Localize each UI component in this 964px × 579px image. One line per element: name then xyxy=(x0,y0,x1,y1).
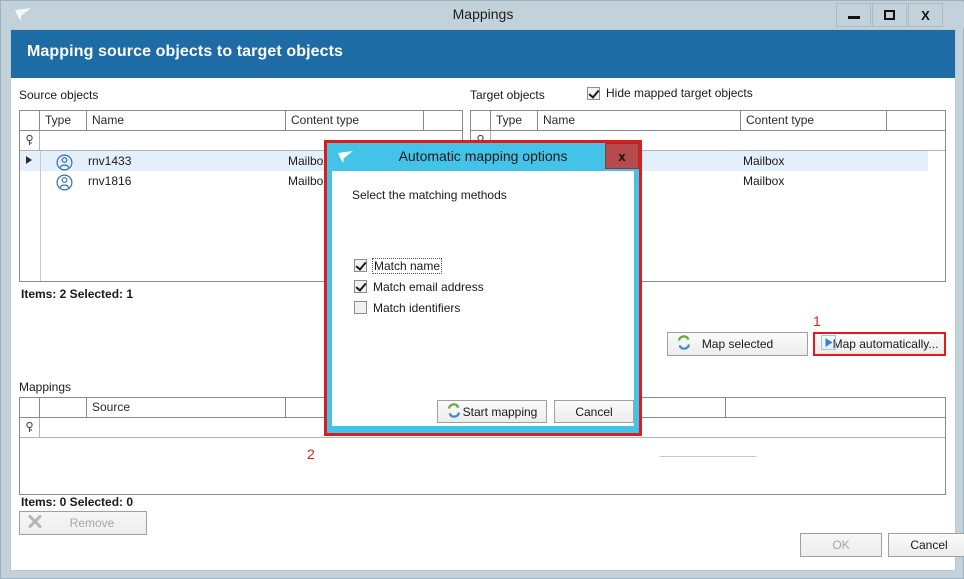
dialog-titlebar: Automatic mapping options x xyxy=(327,143,639,171)
maximize-button[interactable] xyxy=(872,3,907,27)
cancel-button[interactable]: Cancel xyxy=(888,533,964,557)
row-current-indicator xyxy=(26,156,32,164)
target-col-type[interactable]: Type xyxy=(491,111,538,130)
annotation-2: 2 xyxy=(307,446,315,462)
checkbox-box xyxy=(587,87,600,100)
map-automatically-button[interactable]: Map automatically... xyxy=(813,332,946,356)
window-titlebar: Mappings X xyxy=(2,2,964,28)
mappings-col-target[interactable] xyxy=(726,398,945,417)
source-objects-label: Source objects xyxy=(19,88,98,102)
x-cross-icon xyxy=(28,515,42,532)
checkbox-box xyxy=(354,259,367,272)
match-name-label: Match name xyxy=(373,259,441,273)
mappings-status: Items: 0 Selected: 0 xyxy=(21,495,133,509)
minimize-button[interactable] xyxy=(836,3,871,27)
source-row-name: rnv1816 xyxy=(88,171,284,191)
match-identifiers-label: Match identifiers xyxy=(373,301,460,315)
mappings-label: Mappings xyxy=(19,380,71,394)
dialog-instruction: Select the matching methods xyxy=(352,188,507,202)
hide-mapped-target-objects-checkbox[interactable]: Hide mapped target objects xyxy=(587,86,753,100)
dialog-title: Automatic mapping options xyxy=(327,148,639,164)
window-title: Mappings xyxy=(2,6,964,22)
filter-key-icon xyxy=(20,418,40,437)
dialog-cancel-button[interactable]: Cancel xyxy=(554,400,634,423)
checkbox-box xyxy=(354,280,367,293)
column-divider xyxy=(40,151,41,281)
target-row-content-type: Mailbox xyxy=(743,171,883,191)
match-email-address-checkbox[interactable]: Match email address xyxy=(354,278,484,295)
remove-button[interactable]: Remove xyxy=(19,511,147,535)
page-title: Mapping source objects to target objects xyxy=(27,43,343,61)
mappings-col-target-type[interactable] xyxy=(636,398,726,417)
source-col-extra[interactable] xyxy=(424,111,462,130)
target-row-content-type: Mailbox xyxy=(743,151,883,171)
source-col-type[interactable]: Type xyxy=(40,111,87,130)
source-row-name: rnv1433 xyxy=(88,151,284,171)
sync-arrows-icon xyxy=(676,335,692,354)
hide-mapped-label: Hide mapped target objects xyxy=(606,86,753,100)
dialog-body: Select the matching methods Match name M… xyxy=(332,171,634,426)
target-grid-header: Type Name Content type xyxy=(471,111,945,131)
match-identifiers-checkbox[interactable]: Match identifiers xyxy=(354,299,460,316)
source-col-name[interactable]: Name xyxy=(87,111,286,130)
source-grid-header: Type Name Content type xyxy=(20,111,462,131)
mappings-col-indicator[interactable] xyxy=(20,398,40,417)
mappings-col-source[interactable]: Source xyxy=(87,398,286,417)
target-objects-label: Target objects xyxy=(470,88,545,102)
user-icon xyxy=(56,151,86,171)
match-name-checkbox[interactable]: Match name xyxy=(354,257,441,274)
map-automatically-label: Map automatically... xyxy=(833,337,939,351)
dialog-close-button[interactable]: x xyxy=(605,143,639,169)
source-col-content-type[interactable]: Content type xyxy=(286,111,424,130)
map-selected-button[interactable]: Map selected xyxy=(667,332,808,356)
ok-button[interactable]: OK xyxy=(800,533,882,557)
map-selected-label: Map selected xyxy=(702,337,773,351)
remove-label: Remove xyxy=(70,516,115,530)
play-triangle-icon xyxy=(821,335,836,353)
start-mapping-button[interactable]: Start mapping xyxy=(437,400,547,423)
filter-key-icon xyxy=(20,131,40,150)
sync-arrows-icon xyxy=(446,402,462,421)
target-col-extra[interactable] xyxy=(887,111,945,130)
target-col-indicator[interactable] xyxy=(471,111,491,130)
close-button[interactable]: X xyxy=(908,3,943,27)
mappings-window: Mappings X Mapping source objects to tar… xyxy=(0,0,964,579)
target-col-content-type[interactable]: Content type xyxy=(741,111,887,130)
column-divider xyxy=(660,456,756,457)
automatic-mapping-options-dialog: Automatic mapping options x Select the m… xyxy=(324,140,642,436)
user-icon xyxy=(56,171,86,191)
annotation-1: 1 xyxy=(813,313,821,329)
page-banner: Mapping source objects to target objects xyxy=(11,30,955,78)
match-email-address-label: Match email address xyxy=(373,280,484,294)
checkbox-box xyxy=(354,301,367,314)
start-mapping-label: Start mapping xyxy=(463,405,538,419)
target-col-name[interactable]: Name xyxy=(538,111,741,130)
mappings-col-type[interactable] xyxy=(40,398,87,417)
source-col-indicator[interactable] xyxy=(20,111,40,130)
source-status: Items: 2 Selected: 1 xyxy=(21,287,133,301)
